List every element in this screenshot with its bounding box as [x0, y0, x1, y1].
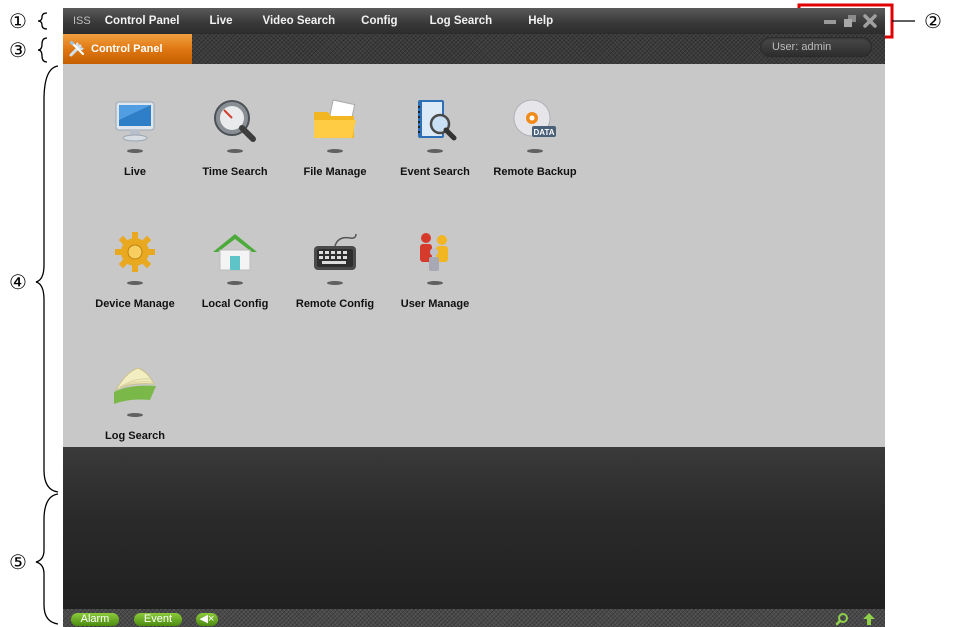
menu-item-control-panel[interactable]: Control Panel	[105, 15, 180, 27]
control-panel-item-local-config[interactable]: Local Config	[185, 230, 285, 340]
keyboard-icon	[314, 233, 357, 285]
annotation-marker-2: ②	[924, 9, 942, 33]
annotation-marker-3: ③	[9, 38, 27, 62]
notebook-search-icon	[418, 100, 457, 153]
window-controls	[823, 14, 877, 28]
status-bar: Alarm Event ◀×	[63, 609, 885, 627]
user-badge: User: admin	[760, 37, 872, 57]
item-label-remote-backup: Remote Backup	[493, 166, 577, 178]
mute-button[interactable]: ◀×	[196, 613, 218, 626]
control-panel-item-event-search[interactable]: Event Search	[385, 98, 485, 208]
control-panel-item-file-manage[interactable]: File Manage	[285, 98, 385, 208]
magnifier-gauge-icon	[214, 100, 256, 153]
tab-label: Control Panel	[91, 43, 163, 55]
control-panel-item-remote-config[interactable]: Remote Config	[285, 230, 385, 340]
close-icon[interactable]	[863, 14, 877, 28]
search-icon[interactable]	[835, 612, 849, 626]
house-icon	[213, 234, 257, 285]
lower-panel	[63, 447, 885, 609]
gear-icon	[115, 232, 155, 285]
app-window: ISS Control Panel Live Video Search Conf…	[63, 8, 885, 627]
annotation-marker-1: ①	[9, 9, 27, 33]
control-panel-item-user-manage[interactable]: User Manage	[385, 230, 485, 340]
menu-bar: ISS Control Panel Live Video Search Conf…	[63, 8, 885, 34]
annotation-marker-4: ④	[9, 270, 27, 294]
book-icon	[114, 367, 156, 417]
restore-icon[interactable]	[843, 14, 857, 28]
tools-icon	[69, 40, 85, 57]
tab-control-panel[interactable]: Control Panel	[63, 34, 192, 64]
annotation-marker-5: ⑤	[9, 550, 27, 574]
menu-item-video-search[interactable]: Video Search	[263, 15, 336, 27]
folder-icon	[314, 99, 356, 153]
arrow-up-icon[interactable]	[862, 612, 876, 626]
control-panel-item-time-search[interactable]: Time Search	[185, 98, 285, 208]
control-panel-item-remote-backup[interactable]: DATA Remote Backup	[485, 98, 585, 208]
tab-bar: Control Panel User: admin	[63, 34, 885, 64]
disc-data-text: DATA	[533, 128, 554, 137]
menu-item-live[interactable]: Live	[210, 15, 233, 27]
minimize-icon[interactable]	[823, 14, 837, 28]
data-disc-icon: DATA	[513, 99, 556, 153]
alarm-button[interactable]: Alarm	[71, 613, 119, 626]
menu-item-help[interactable]: Help	[528, 15, 553, 27]
event-button[interactable]: Event	[134, 613, 182, 626]
menu-item-config[interactable]: Config	[361, 15, 397, 27]
monitor-icon	[115, 101, 155, 153]
item-label-user-manage: User Manage	[400, 298, 470, 310]
item-label-log-search: Log Search	[105, 430, 165, 442]
control-panel-area: Live Time Search File Manage Event Searc…	[63, 64, 885, 447]
app-logo: ISS	[73, 15, 91, 27]
control-panel-item-device-manage[interactable]: Device Manage	[85, 230, 185, 340]
users-icon	[420, 233, 448, 285]
control-panel-item-live[interactable]: Live	[85, 98, 185, 208]
menu-item-log-search[interactable]: Log Search	[430, 15, 493, 27]
